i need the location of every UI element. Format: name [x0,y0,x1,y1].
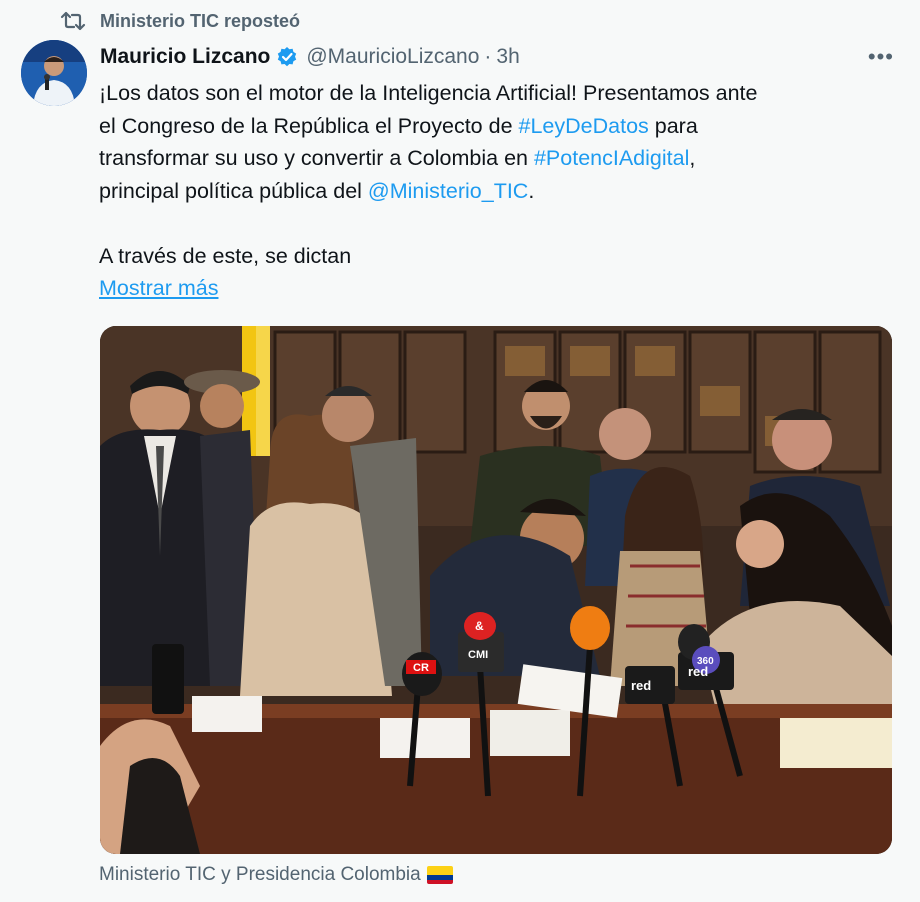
tweet-text-segment: el Congreso de la República el Proyecto … [99,113,519,138]
tweet-text-segment: . [528,178,535,203]
tweet-text-segment: para [648,113,698,138]
tweet-text-segment: transformar su uso y convertir a Colombi… [99,146,534,170]
author-name[interactable]: Mauricio Lizcano [100,45,270,69]
hashtag-ley-de-datos[interactable]: #LeyDeDatos [519,114,649,138]
tweet-timestamp[interactable]: 3h [496,45,519,69]
tweet-line-4: principal política pública del @Minister… [99,175,889,208]
verified-badge-icon [276,46,298,68]
mic-label: CMI [468,649,488,661]
photo-illustration: CR & CMI red 360 red [100,326,892,854]
tweet-header: Mauricio Lizcano @MauricioLizcano · 3h •… [100,40,894,74]
repost-text[interactable]: Ministerio TIC reposteó [100,11,300,32]
caption-text: Ministerio TIC y Presidencia Colombia [99,864,421,885]
tweet-line-3: transformar su uso y convertir a Colombi… [99,142,889,175]
separator-dot: · [484,45,492,68]
mic-label: CR [413,662,429,674]
hashtag-potencia-digital[interactable]: #PotencIAdigital [534,146,689,170]
tweet-text: ¡Los datos son el motor de la Inteligenc… [99,77,889,305]
mention-ministerio-tic[interactable]: @Ministerio_TIC [368,179,528,203]
mic-label: & [475,619,484,633]
more-options-button[interactable]: ••• [868,44,894,70]
show-more-link[interactable]: Mostrar más [99,272,889,305]
author-avatar[interactable] [21,40,87,106]
repost-icon [60,11,86,31]
repost-indicator[interactable]: Ministerio TIC reposteó [60,8,300,34]
tweet-text-segment: principal política pública del [99,178,368,203]
author-handle[interactable]: @MauricioLizcano [306,45,479,69]
tweet-line-5: A través de este, se dictan [99,243,352,268]
mic-label: red [688,664,708,679]
tweet-text-segment: , [689,146,696,170]
colombia-flag-icon [426,866,453,884]
mic-label: red [631,678,651,693]
photo-caption[interactable]: Ministerio TIC y Presidencia Colombia [99,862,453,888]
tweet-line-1: ¡Los datos son el motor de la Inteligenc… [99,81,758,105]
tweet-line-2: el Congreso de la República el Proyecto … [99,110,889,143]
tweet-photo[interactable]: CR & CMI red 360 red [100,326,892,854]
